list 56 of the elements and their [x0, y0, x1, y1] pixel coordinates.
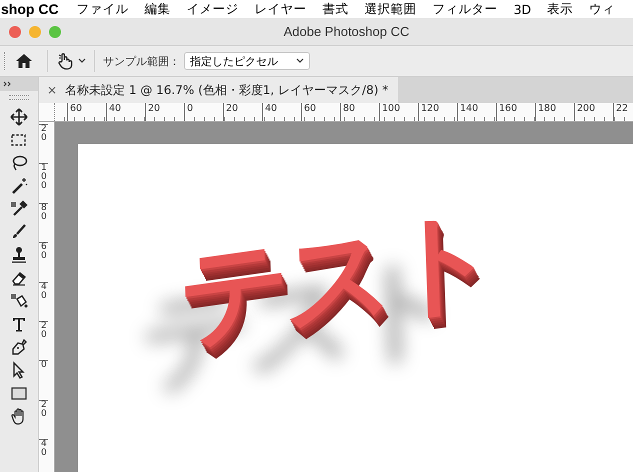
home-icon[interactable] — [15, 52, 33, 70]
ruler-label: 20 — [223, 103, 262, 121]
menu-item[interactable]: 選択範囲 — [364, 0, 417, 18]
ruler-label: 100 — [39, 163, 48, 203]
ruler-label: 40 — [262, 103, 301, 121]
ruler-label: 60 — [67, 103, 106, 121]
ruler-label: 20 — [145, 103, 184, 121]
paint-bucket-icon[interactable] — [10, 292, 28, 310]
ruler-label: 160 — [496, 103, 535, 121]
app-name-menu[interactable]: shop CC — [1, 1, 59, 17]
window-title: Adobe Photoshop CC — [284, 24, 410, 39]
brush-icon[interactable] — [10, 223, 28, 241]
caret-icon[interactable] — [296, 58, 304, 64]
ruler-label: 40 — [39, 282, 48, 321]
lasso-icon[interactable] — [10, 154, 28, 172]
menu-item[interactable]: レイヤー — [254, 0, 307, 18]
ruler-label: 0 — [39, 360, 48, 400]
pen-icon[interactable] — [10, 338, 28, 356]
ruler-label: 40 — [106, 103, 145, 121]
ruler-label: 60 — [39, 242, 48, 282]
caret-icon[interactable] — [78, 58, 86, 64]
ruler-label: 60 — [301, 103, 340, 121]
ruler-label: 140 — [457, 103, 496, 121]
ruler-label: 180 — [535, 103, 574, 121]
ruler-label: 200 — [574, 103, 613, 121]
ruler-label: 40 — [39, 439, 48, 472]
ruler-label: 80 — [340, 103, 379, 121]
magic-wand-icon[interactable] — [10, 177, 28, 195]
ruler-label: 100 — [379, 103, 418, 121]
menu-item[interactable]: 編集 — [144, 0, 171, 18]
ruler-label: 80 — [39, 202, 48, 242]
sample-range-label: サンプル範囲： — [103, 54, 180, 68]
ruler-label: 120 — [418, 103, 457, 121]
menu-item[interactable]: 表示 — [547, 0, 574, 18]
menu-item[interactable]: フィルター — [432, 0, 498, 18]
ruler-label: 22 — [613, 103, 633, 121]
menu-item[interactable]: イメージ — [186, 0, 239, 18]
stamp-icon[interactable] — [10, 246, 28, 264]
eraser-icon[interactable] — [10, 269, 28, 287]
move-icon[interactable] — [10, 108, 28, 126]
type-icon[interactable] — [10, 315, 28, 333]
ruler-label: 20 — [39, 124, 48, 164]
menu-item[interactable]: 書式 — [322, 0, 349, 18]
hand-pointer-icon[interactable] — [56, 52, 74, 70]
menu-item[interactable]: ウィ — [589, 0, 616, 18]
ruler-label: 0 — [184, 103, 223, 121]
close-button[interactable] — [9, 26, 21, 38]
menu-item[interactable]: ファイル — [76, 0, 129, 18]
collapse-icon[interactable] — [3, 81, 13, 87]
extruded-text-art: テスト — [176, 190, 494, 366]
ruler-label: 20 — [39, 320, 48, 360]
menu-item[interactable]: 3D — [514, 2, 532, 16]
ruler-label: 20 — [39, 400, 48, 440]
document-tab[interactable]: × 名称未設定 1 @ 16.7% (色相・彩度1, レイヤーマスク/8) * — [39, 77, 398, 103]
close-tab-icon[interactable]: × — [47, 83, 58, 97]
sample-range-dropdown[interactable]: 指定したピクセル — [184, 52, 310, 70]
